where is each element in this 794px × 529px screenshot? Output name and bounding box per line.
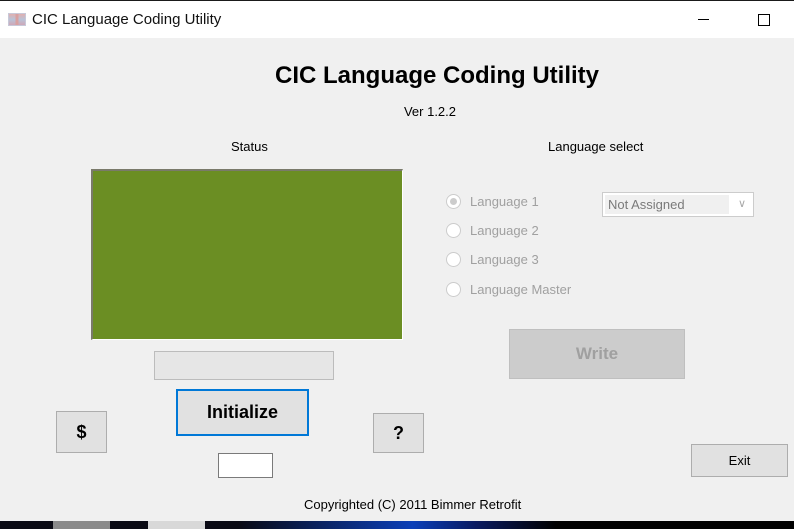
radio-language-2[interactable]: Language 2 (446, 223, 539, 238)
radio-language-3[interactable]: Language 3 (446, 252, 539, 267)
radio-button[interactable] (446, 252, 461, 267)
language-select-label: Language select (548, 139, 644, 154)
window-title: CIC Language Coding Utility (32, 11, 222, 28)
uk-flag-icon (8, 13, 26, 26)
minimize-button[interactable] (680, 1, 726, 38)
help-button[interactable]: ? (373, 413, 424, 453)
taskbar-item[interactable] (53, 521, 110, 529)
maximize-icon (758, 13, 770, 26)
taskbar (0, 521, 794, 529)
status-label: Status (231, 139, 268, 154)
radio-label: Language 3 (470, 252, 539, 267)
taskbar-item[interactable] (148, 521, 205, 529)
chevron-down-icon[interactable]: ∨ (735, 197, 749, 211)
radio-button[interactable] (446, 282, 461, 297)
small-text-field[interactable] (218, 453, 273, 478)
radio-button[interactable] (446, 223, 461, 238)
radio-label: Language Master (470, 282, 572, 297)
version-label: Ver 1.2.2 (403, 104, 457, 119)
radio-selected-dot (450, 198, 457, 205)
language-dropdown[interactable]: Not Assigned ∨ (602, 192, 754, 217)
app-window: CIC Language Coding Utility CIC Language… (0, 0, 794, 521)
minimize-icon (697, 19, 709, 20)
radio-label: Language 2 (470, 223, 539, 238)
title-bar[interactable]: CIC Language Coding Utility (0, 0, 794, 38)
status-panel (91, 169, 403, 340)
radio-label: Language 1 (470, 194, 539, 209)
maximize-button[interactable] (741, 1, 787, 38)
exit-button[interactable]: Exit (691, 444, 788, 477)
write-button[interactable]: Write (509, 329, 685, 379)
radio-language-master[interactable]: Language Master (446, 282, 571, 297)
copyright-text: Copyrighted (C) 2011 Bimmer Retrofit (304, 497, 522, 512)
donate-button[interactable]: $ (56, 411, 107, 453)
radio-language-1[interactable]: Language 1 (446, 194, 539, 209)
dropdown-value: Not Assigned (605, 195, 729, 214)
app-heading: CIC Language Coding Utility (275, 62, 599, 89)
initialize-button[interactable]: Initialize (176, 389, 309, 436)
progress-bar (154, 351, 334, 380)
radio-button[interactable] (446, 194, 461, 209)
